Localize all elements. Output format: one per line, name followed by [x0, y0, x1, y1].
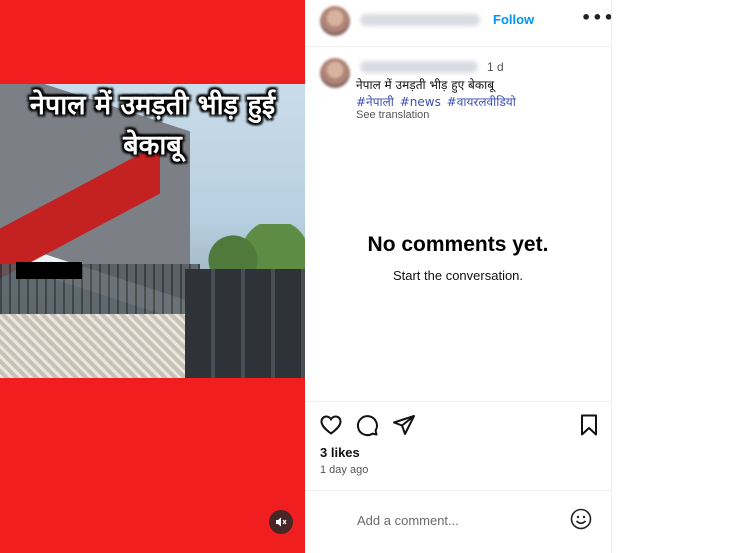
mute-button[interactable]	[269, 510, 293, 534]
no-comments-title: No comments yet.	[367, 233, 549, 256]
post-header: Follow •••	[305, 0, 614, 47]
hashtag-link[interactable]: #नेपाली	[356, 95, 394, 109]
see-translation-link[interactable]: See translation	[356, 109, 429, 121]
post-time[interactable]: 1 d	[487, 60, 504, 74]
no-comments-subtitle: Start the conversation.	[392, 268, 524, 283]
hashtag-link[interactable]: #news	[400, 95, 441, 109]
overlay-line-1: नेपाल में उमड़ती भीड़ हुई	[29, 90, 276, 121]
hashtag-link[interactable]: #वायरलवीडियो	[447, 95, 516, 109]
panel-edge	[611, 0, 612, 553]
share-icon	[393, 415, 415, 435]
comment-divider	[305, 490, 611, 491]
like-button[interactable]	[319, 413, 345, 439]
post-panel: Follow ••• 1 d नेपाल में उमड़ती भीड़ हुए…	[305, 0, 614, 553]
more-options-icon[interactable]: •••	[581, 8, 615, 27]
speaker-muted-icon	[276, 517, 287, 527]
caption-username-blurred[interactable]	[360, 61, 478, 73]
post-media[interactable]: नेपाल में उमड़ती भीड़ हुई बेकाबू	[0, 0, 305, 553]
post-hashtags: #नेपाली #news #वायरलवीडियो	[356, 93, 518, 110]
save-button[interactable]	[577, 413, 603, 439]
author-avatar[interactable]	[320, 6, 350, 36]
redaction-bar	[16, 262, 82, 279]
heart-icon	[320, 415, 342, 435]
posted-ago[interactable]: 1 day ago	[320, 464, 368, 476]
overlay-line-2: बेकाबू	[123, 130, 182, 161]
emoji-button[interactable]	[570, 508, 592, 530]
bookmark-icon	[581, 414, 597, 436]
video-overlay-text: नेपाल में उमड़ती भीड़ हुई बेकाबू	[0, 86, 305, 166]
smiley-icon	[570, 508, 592, 530]
comment-icon	[356, 415, 378, 437]
add-comment-input[interactable]	[355, 510, 559, 530]
actions-divider	[305, 401, 611, 402]
likes-count[interactable]: 3 likes	[320, 445, 360, 460]
post-caption: नेपाल में उमड़ती भीड़ हुए बेकाबू	[356, 78, 495, 92]
video-scene-police	[185, 269, 305, 378]
author-username-blurred[interactable]	[360, 14, 480, 26]
caption-avatar[interactable]	[320, 58, 350, 88]
follow-button[interactable]: Follow	[493, 12, 534, 27]
comment-button[interactable]	[355, 413, 381, 439]
share-button[interactable]	[392, 413, 418, 439]
